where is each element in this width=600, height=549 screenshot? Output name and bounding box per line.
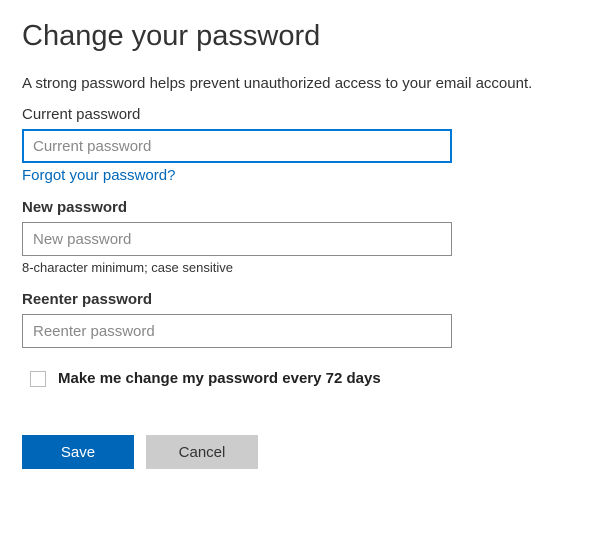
change-interval-checkbox[interactable] (30, 371, 46, 387)
new-password-label: New password (22, 199, 578, 216)
cancel-button[interactable]: Cancel (146, 435, 258, 469)
description-text: A strong password helps prevent unauthor… (22, 75, 578, 92)
new-password-input[interactable] (22, 222, 452, 256)
forgot-password-link[interactable]: Forgot your password? (22, 167, 175, 184)
current-password-input[interactable] (22, 129, 452, 163)
button-row: Save Cancel (22, 435, 578, 469)
page-title: Change your password (22, 20, 578, 53)
change-interval-row: Make me change my password every 72 days (22, 370, 578, 387)
current-password-group: Current password Forgot your password? (22, 106, 578, 185)
new-password-group: New password 8-character minimum; case s… (22, 199, 578, 275)
reenter-password-group: Reenter password (22, 291, 578, 348)
reenter-password-label: Reenter password (22, 291, 578, 308)
current-password-label: Current password (22, 106, 578, 123)
change-interval-label: Make me change my password every 72 days (58, 370, 381, 387)
password-hint: 8-character minimum; case sensitive (22, 260, 578, 275)
reenter-password-input[interactable] (22, 314, 452, 348)
save-button[interactable]: Save (22, 435, 134, 469)
